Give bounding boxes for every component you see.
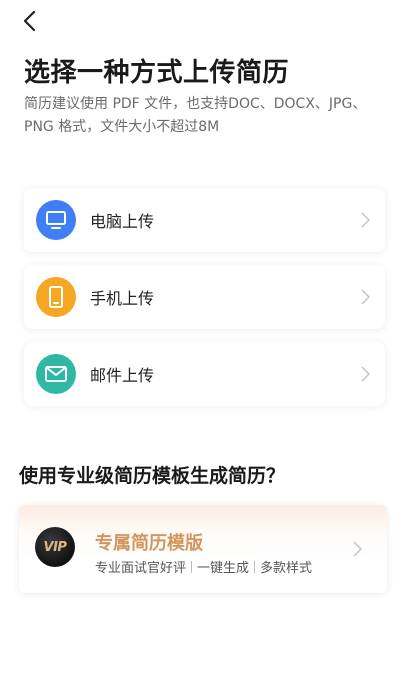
tag-divider xyxy=(191,560,193,573)
upload-option-email[interactable]: 邮件上传 xyxy=(24,342,385,406)
upload-option-label: 电脑上传 xyxy=(90,212,155,231)
vip-badge-icon: VIP xyxy=(35,527,75,567)
resume-upload-page: 选择一种方式上传简历 简历建议使用 PDF 文件，也支持DOC、DOCX、JPG… xyxy=(0,0,407,690)
phone-icon-badge xyxy=(36,277,76,317)
template-tag: 专业面试官好评 xyxy=(95,561,187,576)
page-title: 选择一种方式上传简历 xyxy=(24,58,290,88)
computer-monitor-icon xyxy=(46,211,66,229)
mail-envelope-icon xyxy=(45,366,67,382)
chevron-right-icon xyxy=(359,365,371,383)
upload-option-computer[interactable]: 电脑上传 xyxy=(24,188,385,252)
chevron-right-icon xyxy=(359,288,371,306)
chevron-left-icon xyxy=(23,10,36,32)
upload-option-phone[interactable]: 手机上传 xyxy=(24,265,385,329)
template-card-title: 专属简历模版 xyxy=(95,533,203,554)
upload-option-label: 邮件上传 xyxy=(90,366,155,385)
vip-badge-text: VIP xyxy=(43,539,67,555)
chevron-right-icon xyxy=(351,540,363,558)
mail-icon-badge xyxy=(36,354,76,394)
back-button[interactable] xyxy=(16,8,42,34)
template-tag: 多款样式 xyxy=(260,561,313,576)
chevron-right-icon xyxy=(359,211,371,229)
vip-template-card[interactable]: VIP 专属简历模版 专业面试官好评 一键生成 多款样式 xyxy=(19,505,387,593)
template-section-heading: 使用专业级简历模板生成简历？ xyxy=(19,465,286,487)
mobile-phone-icon xyxy=(49,286,63,308)
tag-divider xyxy=(254,560,256,573)
template-tag: 一键生成 xyxy=(197,561,250,576)
page-subtitle: 简历建议使用 PDF 文件，也支持DOC、DOCX、JPG、PNG 格式，文件大… xyxy=(24,96,367,135)
template-tags: 专业面试官好评 一键生成 多款样式 xyxy=(95,557,312,576)
upload-option-label: 手机上传 xyxy=(90,289,155,308)
computer-icon-badge xyxy=(36,200,76,240)
